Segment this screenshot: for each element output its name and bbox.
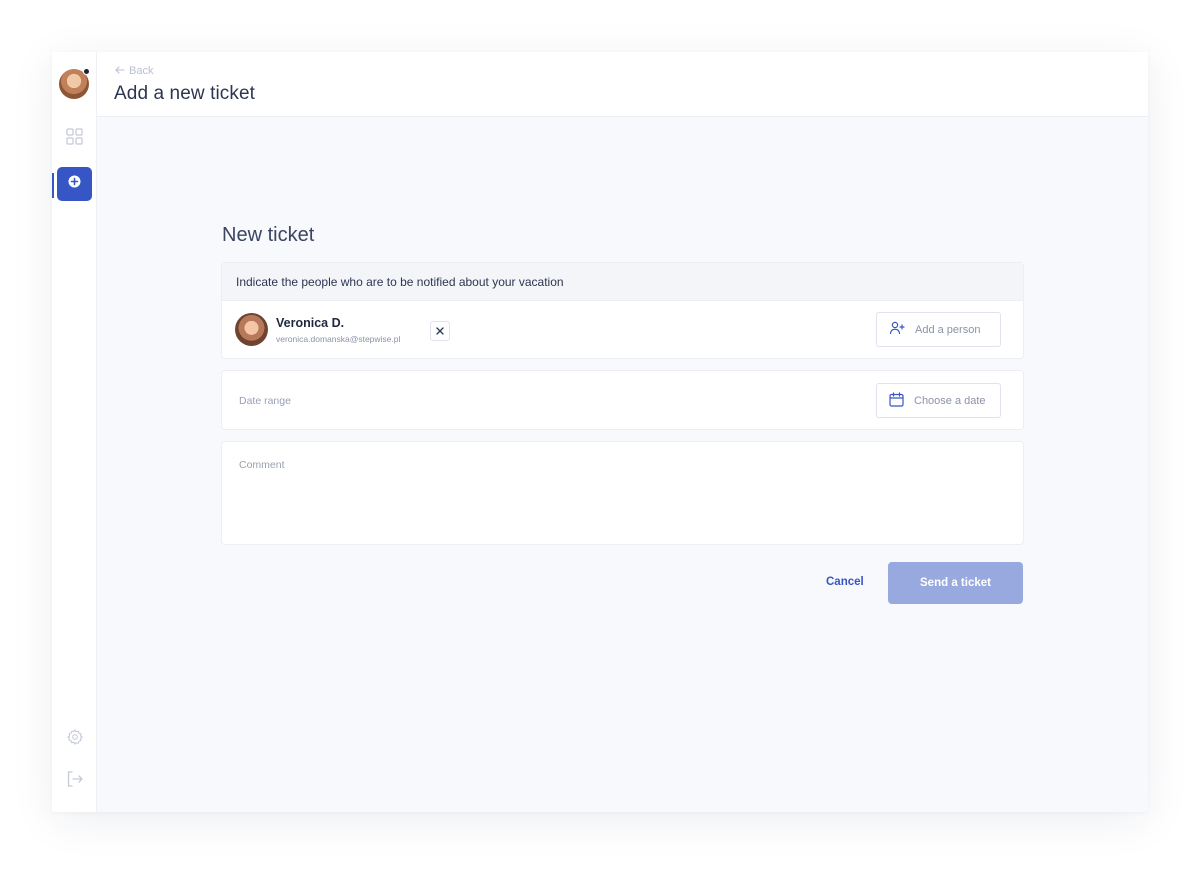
- status-dot: [83, 68, 90, 75]
- page-title: Add a new ticket: [114, 83, 256, 104]
- notify-people-card: Indicate the people who are to be notifi…: [221, 262, 1024, 359]
- page-header: Back Add a new ticket: [97, 52, 1148, 117]
- person-name: Veronica D.: [276, 316, 345, 330]
- app-window: Back Add a new ticket New ticket Indicat…: [52, 52, 1148, 812]
- user-plus-icon: [889, 321, 905, 338]
- person-email: veronica.domanska@stepwise.pl: [276, 334, 401, 344]
- back-label: Back: [129, 65, 154, 77]
- back-link[interactable]: Back: [115, 65, 153, 77]
- choose-date-button[interactable]: Choose a date: [876, 383, 1001, 418]
- plus-circle-icon: [68, 175, 81, 193]
- comment-textarea[interactable]: Comment: [221, 441, 1024, 545]
- date-range-label: Date range: [239, 395, 291, 407]
- settings-gear-icon[interactable]: [66, 728, 84, 746]
- sidebar: [52, 52, 97, 812]
- add-person-button[interactable]: Add a person: [876, 312, 1001, 347]
- user-avatar[interactable]: [59, 68, 90, 99]
- arrow-left-icon: [115, 65, 125, 77]
- person-avatar: [235, 313, 268, 346]
- calendar-icon: [889, 391, 904, 410]
- send-ticket-button[interactable]: Send a ticket: [888, 562, 1023, 604]
- date-range-card: Date range Choose a date: [221, 370, 1024, 430]
- close-icon: [436, 322, 444, 340]
- dashboard-grid-icon[interactable]: [66, 128, 83, 145]
- cancel-button[interactable]: Cancel: [826, 576, 864, 588]
- choose-date-label: Choose a date: [914, 394, 986, 407]
- add-ticket-nav-button[interactable]: [57, 167, 92, 201]
- add-person-label: Add a person: [915, 323, 981, 336]
- form-title: New ticket: [222, 224, 315, 246]
- remove-person-button[interactable]: [430, 321, 450, 341]
- active-indicator: [52, 173, 54, 198]
- notify-heading: Indicate the people who are to be notifi…: [222, 263, 1023, 301]
- comment-placeholder: Comment: [239, 459, 285, 471]
- logout-icon[interactable]: [66, 770, 84, 788]
